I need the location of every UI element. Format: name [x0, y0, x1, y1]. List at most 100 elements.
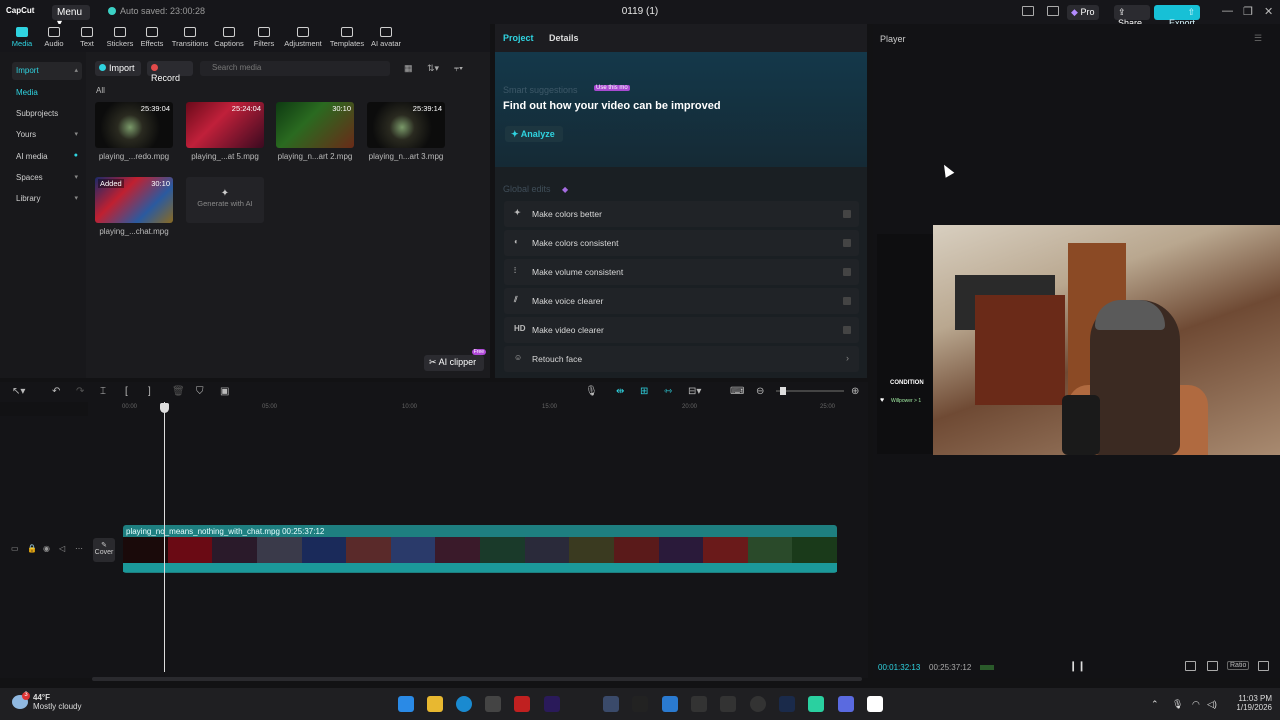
- crop-icon[interactable]: [1207, 661, 1218, 671]
- checkbox[interactable]: [843, 239, 851, 247]
- app-window-icon[interactable]: [662, 696, 678, 712]
- media-thumb[interactable]: 25:39:14 playing_n...art 3.mpg: [367, 102, 449, 161]
- player-menu-icon[interactable]: ☰: [1254, 33, 1262, 44]
- playhead-handle[interactable]: [160, 403, 169, 413]
- store-icon[interactable]: [485, 696, 501, 712]
- filter-icon[interactable]: ⫧▾: [454, 63, 463, 74]
- link-icon[interactable]: ⇹: [616, 386, 624, 397]
- windows-start-icon[interactable]: [398, 696, 414, 712]
- timeline-scrollbar[interactable]: [92, 677, 862, 681]
- media-thumb[interactable]: 25:24:04 playing_...at 5.mpg: [186, 102, 268, 161]
- media-thumb[interactable]: 25:39:04 playing_...redo.mpg: [95, 102, 177, 161]
- edit-retouch-face[interactable]: ☺ Retouch face ›: [504, 346, 859, 372]
- microphone-tray-icon[interactable]: 🎙: [1172, 699, 1183, 710]
- import-button[interactable]: Import: [95, 61, 141, 76]
- maximize-icon[interactable]: ❐: [1243, 5, 1253, 18]
- checkbox[interactable]: [843, 297, 851, 305]
- tool-adjustment[interactable]: Adjustment: [282, 24, 324, 52]
- checkbox[interactable]: [843, 268, 851, 276]
- sidebar-item-subprojects[interactable]: Subprojects: [12, 105, 82, 123]
- preview-axis-icon[interactable]: ⊟▾: [688, 386, 701, 397]
- lock-icon[interactable]: 🔒: [27, 544, 37, 553]
- suggestions-badge[interactable]: Use this mo: [594, 85, 630, 91]
- checkbox[interactable]: [843, 326, 851, 334]
- tool-media[interactable]: Media: [8, 24, 36, 52]
- delete-icon[interactable]: 🗑: [172, 386, 185, 397]
- checkbox[interactable]: [843, 210, 851, 218]
- export-button[interactable]: ⇧ Export: [1154, 5, 1200, 28]
- shield-icon[interactable]: ⛉: [196, 386, 204, 397]
- sidebar-item-yours[interactable]: Yours ▾: [12, 126, 82, 144]
- app-grid-icon[interactable]: [691, 696, 707, 712]
- app-green-icon[interactable]: [808, 696, 824, 712]
- sidebar-item-import[interactable]: Import ▴: [12, 62, 82, 80]
- snap-icon[interactable]: ⇿: [664, 386, 672, 397]
- microphone-icon[interactable]: 🎙: [585, 386, 598, 397]
- steam-icon[interactable]: [779, 696, 795, 712]
- zoom-in-icon[interactable]: ⊕: [851, 386, 859, 397]
- tab-details[interactable]: Details: [549, 33, 579, 43]
- app-icon[interactable]: [603, 696, 619, 712]
- edit-make-colors-consistent[interactable]: ◐ Make colors consistent: [504, 230, 859, 256]
- redo-icon[interactable]: ↷: [76, 386, 84, 397]
- more-icon[interactable]: ⋯: [75, 544, 83, 553]
- pause-icon[interactable]: ❙❙: [1069, 661, 1086, 672]
- media-thumb[interactable]: 30:10 playing_n...art 2.mpg: [276, 102, 358, 161]
- panel-icon[interactable]: [1047, 6, 1059, 16]
- tool-effects[interactable]: Effects: [138, 24, 166, 52]
- split-icon[interactable]: ⌶: [100, 386, 106, 397]
- undo-icon[interactable]: ↶: [52, 386, 60, 397]
- zoom-slider[interactable]: [776, 390, 844, 392]
- ai-clipper-button[interactable]: ✂ AI clipper Free: [424, 349, 486, 371]
- capcut-taskbar-icon[interactable]: [867, 696, 883, 712]
- tab-project[interactable]: Project: [503, 33, 534, 43]
- layout-icon[interactable]: [1022, 6, 1034, 16]
- cover-button[interactable]: ✎ Cover: [93, 538, 115, 562]
- zoom-out-icon[interactable]: ⊖: [756, 386, 764, 397]
- edge-browser-icon[interactable]: [456, 696, 472, 712]
- media-thumb[interactable]: Added 30:10 playing_...chat.mpg: [95, 177, 177, 236]
- sidebar-item-spaces[interactable]: Spaces ▾: [12, 169, 82, 187]
- file-explorer-icon[interactable]: [427, 696, 443, 712]
- generate-ai-button[interactable]: ✦ Generate with AI: [186, 177, 264, 223]
- trim-left-icon[interactable]: [: [125, 386, 128, 397]
- sidebar-item-ai-media[interactable]: AI media ●: [12, 148, 82, 166]
- weather-widget[interactable]: 44°F Mostly cloudy: [33, 693, 81, 711]
- edit-make-volume-consistent[interactable]: ⫶ Make volume consistent: [504, 259, 859, 285]
- mcafee-icon[interactable]: [514, 696, 530, 712]
- fullscreen-preview-icon[interactable]: [1185, 661, 1196, 671]
- app-f-icon[interactable]: [632, 696, 648, 712]
- tool-audio[interactable]: Audio: [40, 24, 68, 52]
- speaker-icon[interactable]: ◁: [59, 544, 65, 553]
- image-icon[interactable]: ▣: [220, 386, 229, 397]
- trim-right-icon[interactable]: ]: [148, 386, 151, 397]
- ratio-button[interactable]: Ratio: [1227, 661, 1250, 670]
- sidebar-item-library[interactable]: Library ▾: [12, 190, 82, 208]
- caption-track-icon[interactable]: ⌨: [730, 386, 744, 397]
- minimize-icon[interactable]: —: [1222, 5, 1233, 17]
- tool-stickers[interactable]: Stickers: [104, 24, 136, 52]
- share-button[interactable]: ⇪ Share: [1114, 5, 1150, 28]
- edit-make-voice-clearer[interactable]: ⫽ Make voice clearer: [504, 288, 859, 314]
- wifi-icon[interactable]: ◠: [1192, 699, 1200, 710]
- playhead[interactable]: [164, 402, 165, 672]
- record-button[interactable]: Record: [147, 61, 193, 83]
- system-clock[interactable]: 11:03 PM 1/19/2026: [1232, 694, 1272, 712]
- grid-view-icon[interactable]: ▦: [404, 63, 413, 74]
- eye-icon[interactable]: ◉: [43, 544, 50, 553]
- tool-transitions[interactable]: Transitions: [170, 24, 210, 52]
- menu-button[interactable]: Menu ▾: [52, 5, 90, 29]
- edit-make-colors-better[interactable]: ✦ Make colors better: [504, 201, 859, 227]
- pro-button[interactable]: ◆ Pro: [1067, 5, 1099, 20]
- select-cursor-icon[interactable]: ↖▾: [12, 386, 25, 397]
- tool-templates[interactable]: Templates: [328, 24, 366, 52]
- tool-filters[interactable]: Filters: [250, 24, 278, 52]
- tool-text[interactable]: Text: [74, 24, 100, 52]
- premiere-icon[interactable]: [544, 696, 560, 712]
- search-input[interactable]: Search media: [200, 61, 390, 76]
- zoom-slider-handle[interactable]: [780, 387, 786, 395]
- calculator-icon[interactable]: [720, 696, 736, 712]
- chevron-up-icon[interactable]: ⌃: [1151, 699, 1159, 710]
- discord-icon[interactable]: [838, 696, 854, 712]
- obs-icon[interactable]: [750, 696, 766, 712]
